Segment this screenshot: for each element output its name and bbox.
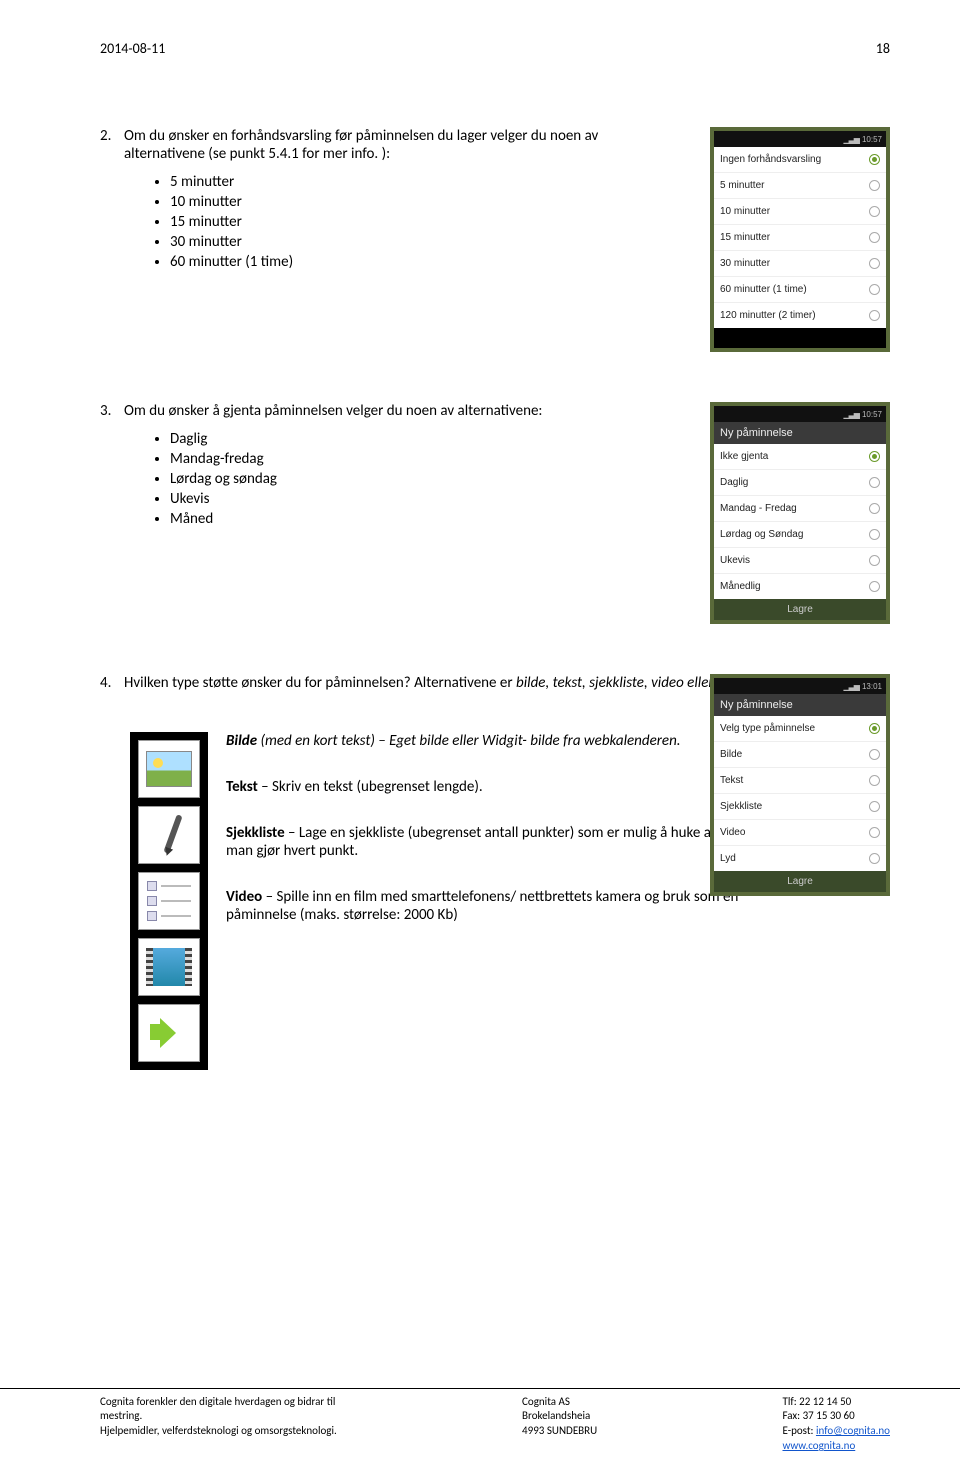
list-item: Mandag-fredag bbox=[170, 450, 680, 468]
radio-icon bbox=[869, 801, 880, 812]
page-footer: Cognita forenkler den digitale hverdagen… bbox=[0, 1388, 960, 1454]
radio-icon bbox=[869, 723, 880, 734]
radio-icon bbox=[869, 206, 880, 217]
pencil-icon bbox=[138, 806, 200, 864]
phone-title: Ny påminnelse bbox=[714, 422, 886, 444]
phone-option: 15 minutter bbox=[714, 225, 886, 251]
radio-icon bbox=[869, 258, 880, 269]
sec2-text: Om du ønsker en forhåndsvarsling før påm… bbox=[124, 127, 680, 163]
footer-email-link[interactable]: info@cognita.no bbox=[816, 1424, 890, 1437]
phone-option: 60 minutter (1 time) bbox=[714, 277, 886, 303]
radio-icon bbox=[869, 581, 880, 592]
phone-option: Sjekkliste bbox=[714, 794, 886, 820]
list-item: 15 minutter bbox=[170, 213, 680, 231]
phone-screenshot-2: ▁▃▅10:57 Ny påminnelse Ikke gjenta Dagli… bbox=[710, 402, 890, 624]
phone-screenshot-1: ▁▃▅10:57 Ingen forhåndsvarsling 5 minutt… bbox=[710, 127, 890, 352]
radio-icon bbox=[869, 529, 880, 540]
list-item: Daglig bbox=[170, 430, 680, 448]
header-page: 18 bbox=[876, 40, 890, 57]
footer-phone: Tlf: 22 12 14 50 bbox=[782, 1395, 890, 1410]
phone-option: Ukevis bbox=[714, 548, 886, 574]
desc-sjekkliste: Sjekkliste – Lage en sjekkliste (ubegren… bbox=[226, 824, 786, 860]
phone-option: 5 minutter bbox=[714, 173, 886, 199]
phone-save-button: Lagre bbox=[714, 871, 886, 892]
sec3-text: Om du ønsker å gjenta påminnelsen velger… bbox=[124, 402, 680, 420]
desc-video: Video – Spille inn en film med smarttele… bbox=[226, 888, 786, 924]
phone-option: Daglig bbox=[714, 470, 886, 496]
sec3-bullets: Daglig Mandag-fredag Lørdag og søndag Uk… bbox=[100, 430, 680, 528]
radio-icon bbox=[869, 775, 880, 786]
phone-option: Lyd bbox=[714, 846, 886, 871]
phone-option: Mandag - Fredag bbox=[714, 496, 886, 522]
phone-option: Ikke gjenta bbox=[714, 444, 886, 470]
phone-option: Video bbox=[714, 820, 886, 846]
list-item: 5 minutter bbox=[170, 173, 680, 191]
list-item: 60 minutter (1 time) bbox=[170, 253, 680, 271]
radio-icon bbox=[869, 853, 880, 864]
speaker-icon bbox=[138, 1004, 200, 1062]
radio-icon bbox=[869, 477, 880, 488]
phone-title: Ny påminnelse bbox=[714, 694, 886, 716]
item-number-2: 2. bbox=[100, 127, 124, 163]
phone-save-button: Lagre bbox=[714, 599, 886, 620]
phone-option: 30 minutter bbox=[714, 251, 886, 277]
footer-fax: Fax: 37 15 30 60 bbox=[782, 1409, 890, 1424]
phone-screenshot-3: ▁▃▅13:01 Ny påminnelse Velg type påminne… bbox=[710, 674, 890, 896]
photo-icon bbox=[138, 740, 200, 798]
phone-option: Velg type påminnelse bbox=[714, 716, 886, 742]
radio-icon bbox=[869, 180, 880, 191]
radio-icon bbox=[869, 451, 880, 462]
checklist-icon bbox=[138, 872, 200, 930]
phone-option: Ingen forhåndsvarsling bbox=[714, 147, 886, 173]
phone-option: Månedlig bbox=[714, 574, 886, 599]
radio-icon bbox=[869, 503, 880, 514]
header-date: 2014-08-11 bbox=[100, 40, 165, 57]
radio-icon bbox=[869, 154, 880, 165]
icon-strip bbox=[130, 732, 208, 1070]
item-number-3: 3. bbox=[100, 402, 124, 420]
list-item: Lørdag og søndag bbox=[170, 470, 680, 488]
radio-icon bbox=[869, 232, 880, 243]
radio-icon bbox=[869, 310, 880, 321]
footer-left-1: Cognita forenkler den digitale hverdagen… bbox=[100, 1395, 337, 1410]
footer-website-link[interactable]: www.cognita.no bbox=[782, 1439, 855, 1452]
footer-left-3: Hjelpemidler, velferdsteknologi og omsor… bbox=[100, 1424, 337, 1439]
footer-email: E-post: info@cognita.no bbox=[782, 1424, 890, 1439]
list-item: Måned bbox=[170, 510, 680, 528]
item-number-4: 4. bbox=[100, 674, 124, 692]
radio-icon bbox=[869, 555, 880, 566]
list-item: Ukevis bbox=[170, 490, 680, 508]
radio-icon bbox=[869, 284, 880, 295]
radio-icon bbox=[869, 827, 880, 838]
phone-option: 120 minutter (2 timer) bbox=[714, 303, 886, 328]
phone-option: Lørdag og Søndag bbox=[714, 522, 886, 548]
phone-option: Tekst bbox=[714, 768, 886, 794]
footer-left-2: mestring. bbox=[100, 1409, 337, 1424]
footer-mid-2: Brokelandsheia bbox=[522, 1409, 597, 1424]
list-item: 30 minutter bbox=[170, 233, 680, 251]
footer-mid-1: Cognita AS bbox=[522, 1395, 597, 1410]
footer-mid-3: 4993 SUNDEBRU bbox=[522, 1424, 597, 1439]
phone-option: Bilde bbox=[714, 742, 886, 768]
film-icon bbox=[138, 938, 200, 996]
sec2-bullets: 5 minutter 10 minutter 15 minutter 30 mi… bbox=[100, 173, 680, 271]
radio-icon bbox=[869, 749, 880, 760]
phone-option: 10 minutter bbox=[714, 199, 886, 225]
list-item: 10 minutter bbox=[170, 193, 680, 211]
